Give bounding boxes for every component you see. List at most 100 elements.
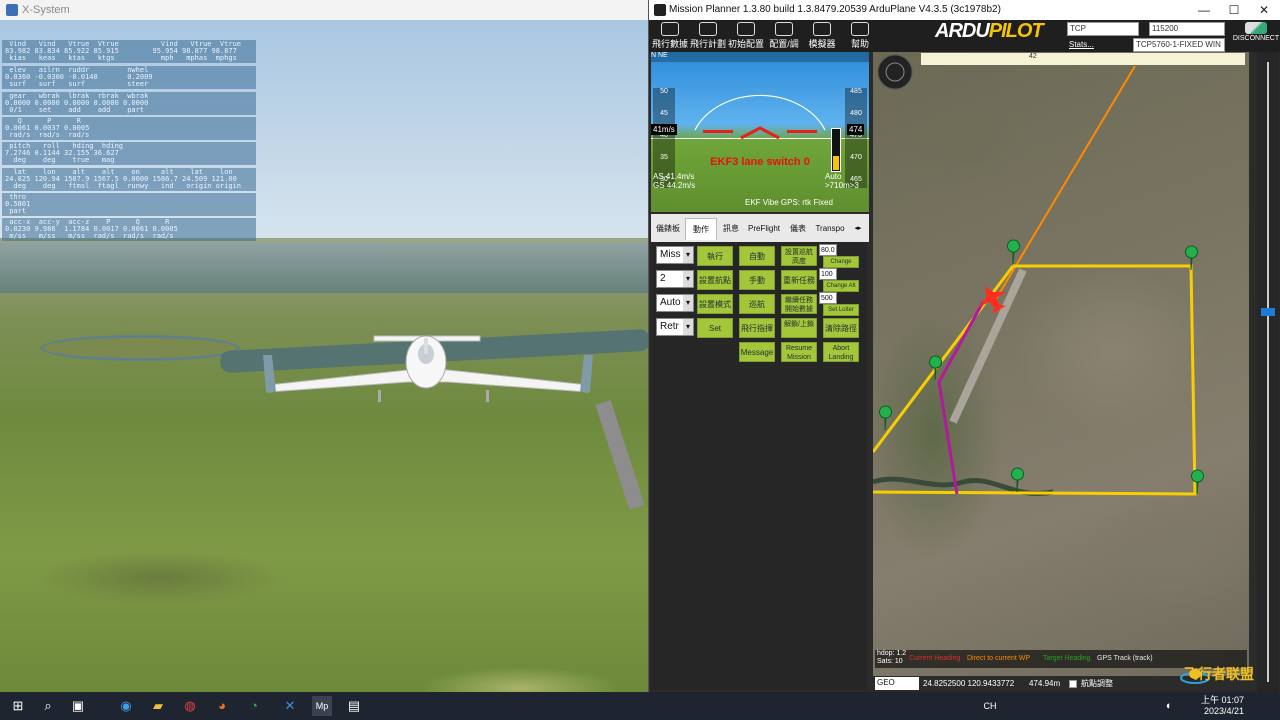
flight-plan-button[interactable]: 飛行計劃: [689, 22, 727, 52]
tab-actions[interactable]: 動作: [685, 218, 717, 240]
maximize-button[interactable]: ☐: [1219, 0, 1249, 20]
minimize-button[interactable]: —: [1189, 0, 1219, 20]
watermark-text: 飞行者联盟: [1184, 666, 1254, 682]
mission-planner-window: Mission Planner 1.3.80 build 1.3.8479.20…: [648, 0, 1280, 692]
altitude-tick: 480: [850, 110, 862, 117]
joystick-button[interactable]: 飛行指揮: [739, 318, 775, 338]
legend-gps-track: GPS Track (track): [1097, 655, 1153, 662]
loiter-button[interactable]: 巡航: [739, 294, 775, 314]
data-panel-line: deg deg ftmsl ftagl runwy ind origin ori…: [5, 182, 242, 190]
system-clock[interactable]: 上午 01:07 2023/4/21: [1194, 695, 1244, 717]
data-panel-line: m/ss m/ss m/ss rad/s rad/s rad/s: [5, 232, 174, 240]
close-button[interactable]: ✕: [1249, 0, 1279, 20]
data-panel-line: 0.5801: [5, 200, 31, 208]
data-panel-line: part: [5, 207, 27, 215]
tab-scroll-arrows[interactable]: ◂▸: [847, 218, 869, 240]
adjust-checkbox[interactable]: [1069, 680, 1077, 688]
file-explorer-icon[interactable]: ▰: [148, 696, 168, 716]
hud-mode: Auto >710m>3: [825, 172, 859, 190]
roll-arc: [694, 94, 826, 131]
cruise-speed-input[interactable]: 80.0: [819, 244, 837, 256]
vibe-status[interactable]: Vibe: [763, 198, 779, 207]
abort-landing-button[interactable]: Abort Landing: [823, 342, 859, 362]
hud: N NE 50 45 40 35 30 485 480 475 470 465 41m/s 47…: [651, 52, 869, 212]
disconnect-button[interactable]: DISCONNECT: [1231, 20, 1280, 48]
baud-rate-select[interactable]: 115200: [1149, 22, 1225, 36]
clear-track-button[interactable]: 清除路徑: [823, 318, 859, 338]
connection-type-select[interactable]: TCP: [1067, 22, 1139, 36]
auto-button[interactable]: 自動: [739, 246, 775, 266]
gps-info: hdop: 1.2 Sats: 10: [877, 650, 906, 666]
loiter-radius-input[interactable]: 500: [819, 292, 837, 304]
waypoint-select[interactable]: 2: [656, 270, 694, 288]
volume-icon[interactable]: ◖: [1158, 696, 1178, 716]
resume-mission-data-button[interactable]: 繼續任務開始數據: [781, 294, 817, 314]
help-button[interactable]: 幫助: [841, 22, 879, 52]
tab-dashboard[interactable]: 儀錶板: [651, 218, 685, 240]
set-cruise-alt-button[interactable]: 設置巡航高度: [781, 246, 817, 266]
monitor-icon: [813, 22, 831, 36]
zoom-slider-handle[interactable]: [1261, 308, 1275, 316]
change-speed-button[interactable]: Change: [823, 256, 859, 268]
xsystem-titlebar[interactable]: X-System: [0, 0, 648, 20]
ekf-status[interactable]: EKF: [745, 198, 761, 207]
ardupilot-logo: ARDUPILOT: [935, 20, 1044, 42]
message-button[interactable]: Message: [739, 342, 775, 362]
data-panel-line: thro: [5, 193, 27, 201]
zoom-slider[interactable]: [1257, 52, 1279, 692]
chrome-icon[interactable]: ◔: [244, 696, 264, 716]
tab-gauges[interactable]: 儀表: [783, 218, 813, 240]
restart-mission-button[interactable]: 重新任務: [781, 270, 817, 290]
tab-messages[interactable]: 訊息: [717, 218, 745, 240]
arm-disarm-button[interactable]: 解鎖/上鎖: [781, 318, 817, 338]
altitude-input[interactable]: 100: [819, 268, 837, 280]
set-mount-button[interactable]: Set Mount: [697, 318, 733, 338]
clock-date: 2023/4/21: [1203, 706, 1244, 716]
coord-format-select[interactable]: GEO: [875, 677, 919, 690]
change-alt-button[interactable]: Change Alt: [823, 280, 859, 292]
set-loiter-button[interactable]: Set Loiter: [823, 304, 859, 316]
input-language[interactable]: CH: [980, 696, 1000, 716]
window-taskbar-icon[interactable]: ▤: [344, 696, 364, 716]
data-panel: Q P R 0.0061 0.0037 0.0005 rad/s rad/s ra…: [2, 117, 256, 140]
edge-icon[interactable]: ◉: [116, 696, 136, 716]
simulation-button[interactable]: 模擬器: [803, 22, 841, 52]
manual-button[interactable]: 手動: [739, 270, 775, 290]
app-icon-red[interactable]: ◍: [180, 696, 200, 716]
search-icon[interactable]: ⌕: [38, 696, 58, 716]
clock-time: 上午 01:07: [1200, 695, 1244, 705]
task-view-icon[interactable]: ▣: [68, 696, 88, 716]
data-panel-line: deg deg true mag: [5, 156, 115, 164]
zoom-track-line: [1267, 62, 1269, 682]
firefox-icon[interactable]: ◕: [212, 696, 232, 716]
stats-link[interactable]: Stats...: [1069, 40, 1094, 49]
setup-icon: [737, 22, 755, 36]
speed-tick: 50: [660, 88, 668, 95]
tab-preflight[interactable]: PreFlight: [745, 218, 783, 240]
tab-transponder[interactable]: Transpo: [813, 218, 847, 240]
port-select[interactable]: TCP5760-1-FIXED WIN: [1133, 38, 1225, 52]
mission-select[interactable]: Miss: [656, 246, 694, 264]
island: [40, 335, 240, 361]
do-action-button[interactable]: 執行: [697, 246, 733, 266]
mount-select[interactable]: Retr: [656, 318, 694, 336]
hud-speeds: AS 41.4m/s GS 44.2m/s: [653, 172, 696, 190]
flight-data-button[interactable]: 飛行數據: [651, 22, 689, 52]
mode-select[interactable]: Auto: [656, 294, 694, 312]
map-view[interactable]: [873, 52, 1249, 676]
legend-current-heading: Current Heading: [909, 655, 961, 662]
set-mode-button[interactable]: 設置模式: [697, 294, 733, 314]
xplane-icon: [6, 4, 18, 16]
mp-title: Mission Planner 1.3.80 build 1.3.8479.20…: [669, 4, 1001, 15]
config-tuning-button[interactable]: 配置/調試: [765, 22, 803, 62]
aircraft: [263, 335, 593, 402]
windows-start-icon[interactable]: ⊞: [8, 696, 28, 716]
xplane-taskbar-icon[interactable]: ✕: [280, 696, 300, 716]
data-panel-line: rad/s rad/s rad/s: [5, 131, 90, 139]
resume-mission-button[interactable]: Resume Mission: [781, 342, 817, 362]
actions-panel: Miss 2 Auto Retr 執行 自動 設置巡航高度 設置航點 手動 重新…: [651, 242, 867, 690]
initial-setup-button[interactable]: 初始配置: [727, 22, 765, 52]
mp-titlebar[interactable]: Mission Planner 1.3.80 build 1.3.8479.20…: [649, 0, 1280, 20]
mission-planner-taskbar-icon[interactable]: Mp: [312, 696, 332, 716]
set-wp-button[interactable]: 設置航點: [697, 270, 733, 290]
